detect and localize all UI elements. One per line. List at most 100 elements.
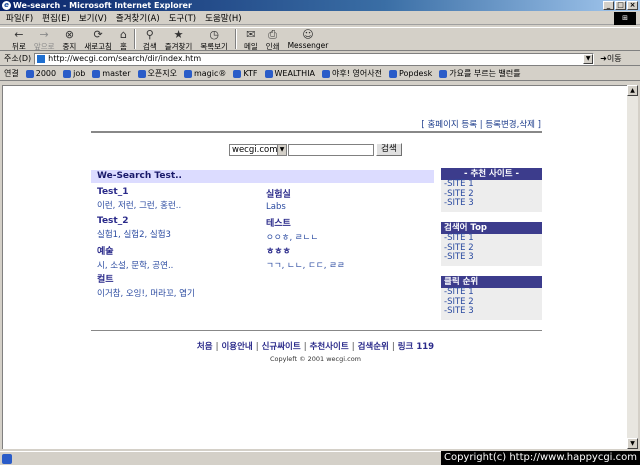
menu-tools[interactable]: 도구(T) [169,12,196,24]
link-item[interactable]: job [63,69,85,78]
scroll-down-icon[interactable]: ▼ [627,438,638,449]
search-button[interactable]: ⚲ 검색 [139,28,161,52]
category-subs[interactable]: 시, 소설, 문학, 공연.. [97,259,173,271]
site-select[interactable]: wecgi.com ▼ [229,143,287,156]
link-page-icon [233,69,242,78]
menu-edit[interactable]: 편집(E) [42,12,70,24]
home-button[interactable]: ⌂ 홈 [116,28,131,52]
link-item[interactable]: 오픈지오 [137,68,177,79]
refresh-button[interactable]: ⟳ 새로고침 [80,28,116,52]
menu-file[interactable]: 파일(F) [6,12,33,24]
back-button[interactable]: ← 뒤로 [8,28,30,52]
favorites-button[interactable]: ★ 즐겨찾기 [161,28,197,52]
link-item[interactable]: 가요를 부르는 밸런틀 [439,68,521,79]
home-icon: ⌂ [119,28,127,41]
refresh-icon: ⟳ [93,28,103,41]
link-page-icon [92,69,101,78]
favorites-label: 즐겨찾기 [164,42,193,51]
category-title[interactable]: ㅎㅎㅎ [266,244,345,257]
category-subs[interactable]: ㅇㅇㅎ, ㄹㄴㄴ [266,231,318,243]
category-title[interactable]: 컬트 [97,272,195,285]
window-title: We-search - Microsoft Internet Explorer [13,1,192,10]
footer-link-new-sites[interactable]: 신규싸이트 [262,342,301,352]
category-subs[interactable]: ㄱㄱ, ㄴㄴ, ㄷㄷ, ㄹㄹ [266,259,345,271]
footer-link-ranking[interactable]: 검색순위 [358,342,389,352]
link-item[interactable]: KTF [233,69,258,78]
print-icon: ⎙ [268,28,278,41]
category-title[interactable]: 예술 [97,244,173,257]
link-page-icon [25,69,34,78]
link-text: 2000 [35,69,57,78]
address-bar: 주소(D) http://wecgi.com/search/dir/index.… [0,52,640,66]
link-item[interactable]: magic® [183,69,226,78]
category-subs[interactable]: Labs [266,202,291,212]
copyright-watermark: Copyright(c) http://www.happycgi.com [440,451,640,465]
vertical-scrollbar[interactable]: ▲ ▼ [627,85,638,449]
stop-button[interactable]: ⊗ 중지 [59,28,81,52]
footer-divider [91,330,542,331]
footer-link-119[interactable]: 링크 119 [398,342,434,352]
category-block: 실험실 Labs [266,187,291,212]
category-subs[interactable]: 이런, 저런, 그런, 홍런.. [97,199,181,211]
link-item[interactable]: master [92,69,131,78]
footer-link-guide[interactable]: 이용안내 [221,342,252,352]
link-item[interactable]: 2000 [25,69,57,78]
category-title[interactable]: 실험실 [266,187,291,200]
link-text: job [73,69,86,78]
footer-link-recommended[interactable]: 추천사이트 [310,342,349,352]
maximize-button[interactable]: □ [615,1,626,10]
link-page-icon [264,69,273,78]
menu-view[interactable]: 보기(V) [79,12,107,24]
stop-icon: ⊗ [64,28,75,41]
go-button[interactable]: ➜이동 [600,53,621,64]
history-button[interactable]: ◷ 목록보기 [196,28,232,52]
side-link[interactable]: -SITE 3 [441,306,542,317]
messenger-button[interactable]: ☺ Messenger [284,28,333,51]
menu-favorites[interactable]: 즐겨찾기(A) [116,12,160,24]
minimize-button[interactable]: _ [603,1,614,10]
menu-help[interactable]: 도움말(H) [205,12,241,24]
scroll-up-icon[interactable]: ▲ [627,85,638,96]
edit-delete-link[interactable]: 등록변경,삭제 [485,120,535,130]
directory-title: We-Search Test.. [91,170,434,183]
side-link[interactable]: -SITE 3 [441,252,542,263]
top-keywords-box: 검색어 Top -SITE 1 -SITE 2 -SITE 3 [441,222,542,266]
link-text: 야후! 영어사전 [332,69,382,78]
mail-button[interactable]: ✉ 메일 [240,28,262,52]
search-input[interactable] [288,143,374,156]
link-page-icon [439,69,448,78]
address-input[interactable]: http://wecgi.com/search/dir/index.htm ▼ [34,52,595,65]
link-text: 가요를 부르는 밸런틀 [449,69,521,78]
copyright-text: Copyleft © 2001 wecgi.com [269,355,362,363]
forward-button[interactable]: → 앞으로 [30,28,59,52]
link-page-icon [137,69,146,78]
ie-icon: e [2,1,11,10]
forward-label: 앞으로 [33,42,55,51]
go-label: 이동 [606,54,622,63]
category-block: 컬트 이거참, 오잉!, 머라꼬, 엽기 [97,272,195,299]
category-title[interactable]: Test_1 [97,187,181,197]
header-divider [91,131,542,133]
close-button[interactable]: × [627,1,638,10]
category-title[interactable]: Test_2 [97,216,171,226]
category-block: ㅎㅎㅎ ㄱㄱ, ㄴㄴ, ㄷㄷ, ㄹㄹ [266,244,345,271]
category-subs[interactable]: 실험1, 실험2, 실험3 [97,228,171,240]
link-item[interactable]: 야후! 영어사전 [322,68,382,79]
print-button[interactable]: ⎙ 인쇄 [262,28,284,52]
register-homepage-link[interactable]: 홈페이지 등록 [427,120,477,130]
search-submit-button[interactable]: 검색 [376,143,402,156]
category-subs[interactable]: 이거참, 오잉!, 머라꼬, 엽기 [97,287,195,299]
link-text: master [102,69,131,78]
menu-bar: 파일(F) 편집(E) 보기(V) 즐겨찾기(A) 도구(T) 도움말(H) ⊞ [0,12,640,25]
search-icon: ⚲ [145,28,154,41]
link-text: KTF [243,69,258,78]
page-icon [37,54,46,63]
side-link[interactable]: -SITE 3 [441,198,542,209]
footer-link-home[interactable]: 처음 [197,342,213,352]
search-label: 검색 [142,42,157,51]
link-item[interactable]: Popdesk [388,69,432,78]
address-dropdown-icon[interactable]: ▼ [583,53,594,64]
category-title[interactable]: 테스트 [266,216,318,229]
top-links: [ 홈페이지 등록 | 등록변경,삭제 ] [421,120,541,130]
link-item[interactable]: WEALTHIA [264,69,315,78]
